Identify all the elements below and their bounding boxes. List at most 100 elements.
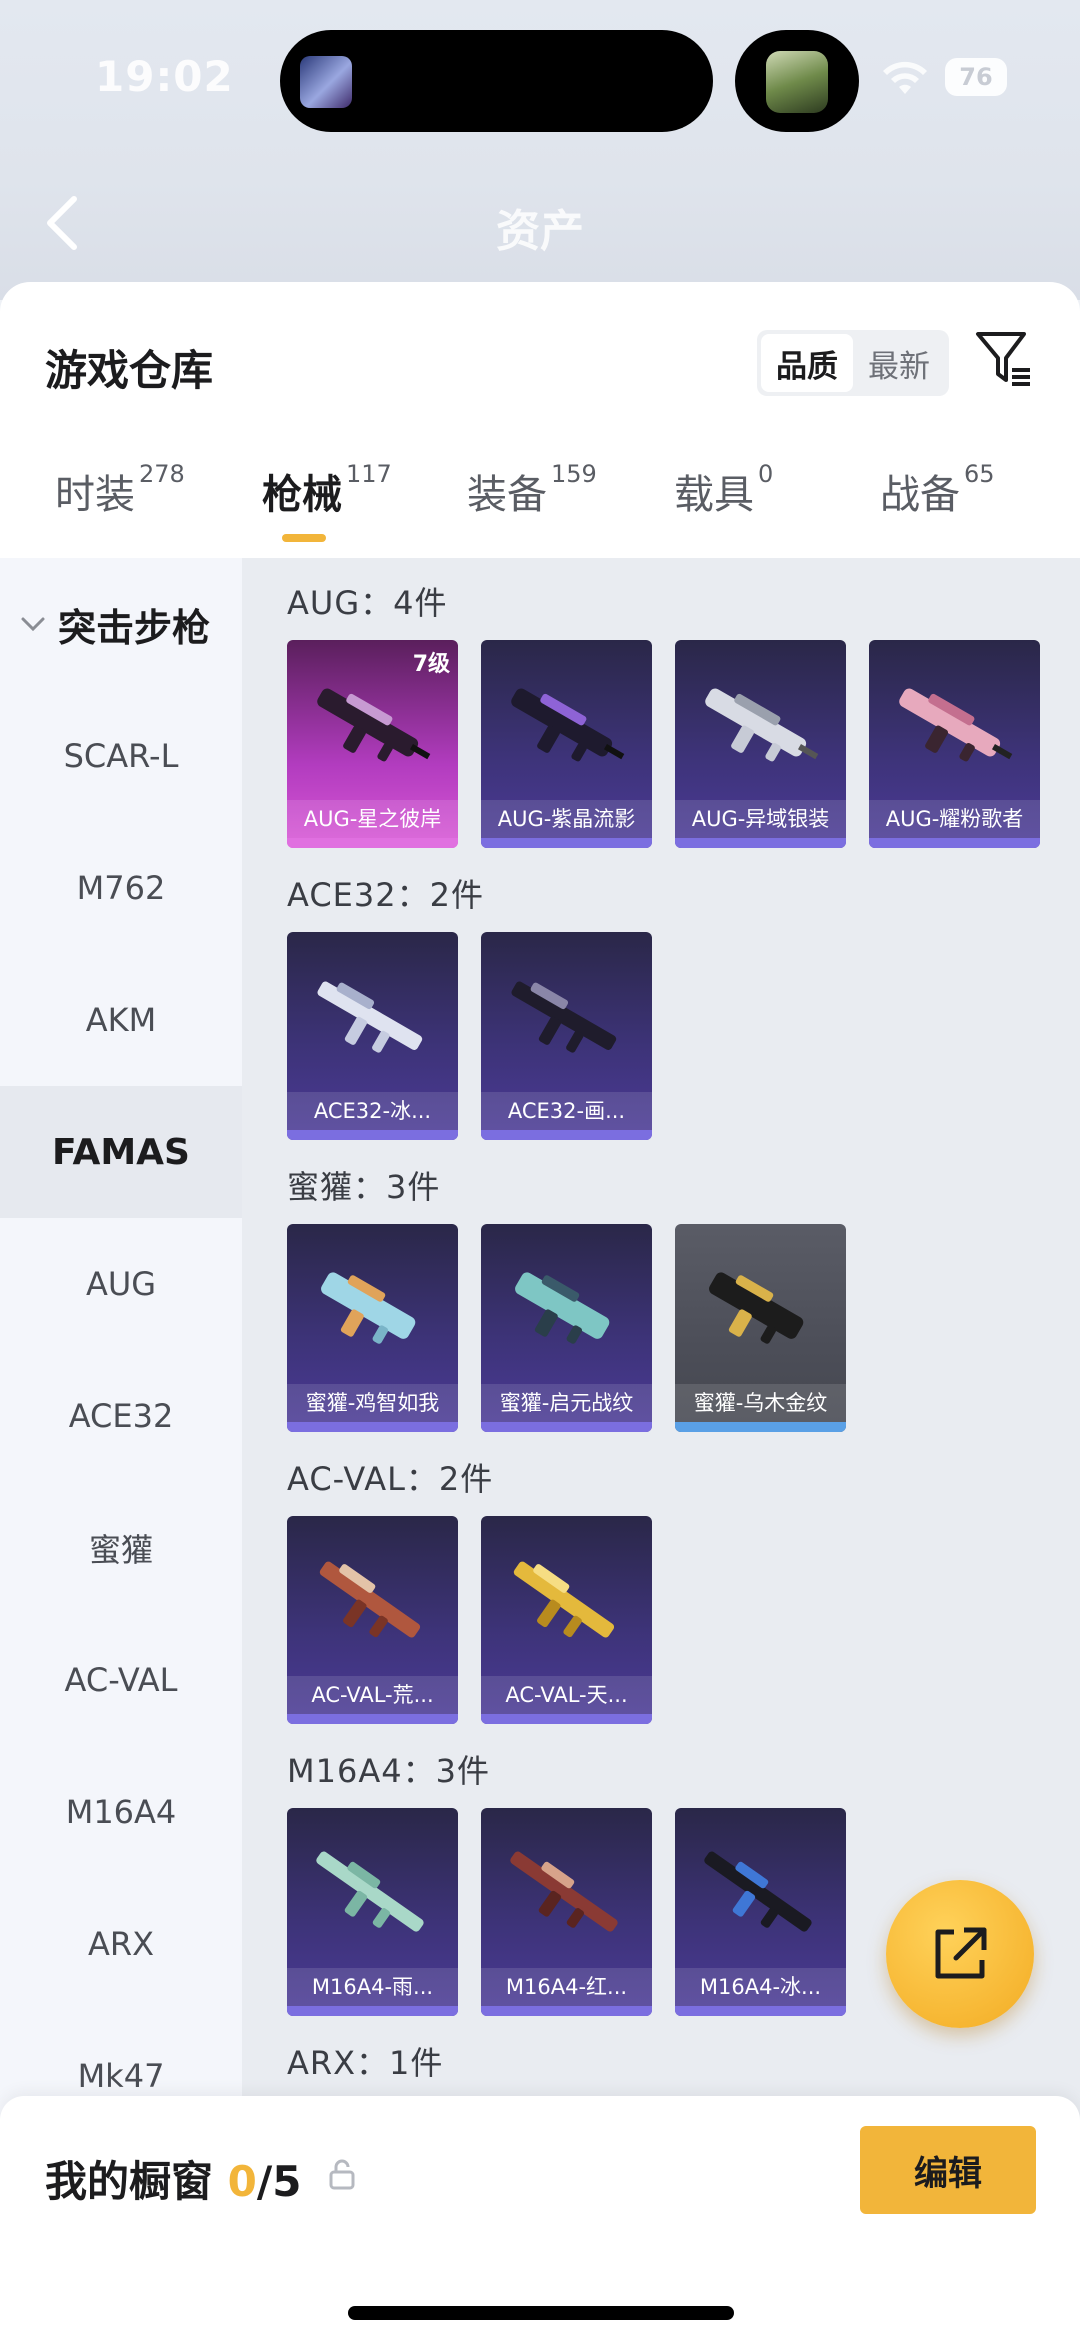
skin-card[interactable]: AC-VAL-荒... xyxy=(287,1516,458,1724)
showcase-label: 我的橱窗 xyxy=(45,2157,214,2206)
skin-card[interactable]: M16A4-冰... xyxy=(675,1808,846,2016)
dynamic-island xyxy=(280,30,713,132)
skin-card[interactable]: 蜜獾-鸡智如我 xyxy=(287,1224,458,1432)
tab-label: 载具 xyxy=(674,472,754,518)
sidebar-item-m762[interactable]: M762 xyxy=(0,822,242,954)
sidebar-item-ace32[interactable]: ACE32 xyxy=(0,1350,242,1482)
rifle-icon xyxy=(705,688,819,762)
rifle-icon xyxy=(709,1272,804,1344)
skin-card[interactable]: 7级 AUG-星之彼岸 xyxy=(287,640,458,848)
sidebar-category-label: 突击步枪 xyxy=(58,605,211,650)
skin-card[interactable]: M16A4-红... xyxy=(481,1808,652,2016)
rarity-bar xyxy=(481,1422,652,1432)
tab-label: 枪械 xyxy=(262,472,342,518)
skin-label: AUG-异域银装 xyxy=(675,800,846,838)
sidebar-item-aug[interactable]: AUG xyxy=(0,1218,242,1350)
skin-label: 蜜獾-乌木金纹 xyxy=(675,1384,846,1422)
skin-card[interactable]: AUG-耀粉歌者 xyxy=(869,640,1040,848)
active-tab-indicator xyxy=(282,534,326,542)
skin-card[interactable]: 蜜獾-乌木金纹 xyxy=(675,1224,846,1432)
sort-option-quality[interactable]: 品质 xyxy=(761,334,853,392)
rarity-bar xyxy=(287,838,458,848)
warehouse-sheet: 游戏仓库 品质 最新 时装 278 枪械 117 装备 159 载具 0 战备 65 xyxy=(0,282,1080,2341)
tab-count: 278 xyxy=(139,460,185,488)
sidebar-item-m16a4[interactable]: M16A4 xyxy=(0,1746,242,1878)
category-tabs: 时装 278 枪械 117 装备 159 载具 0 战备 65 xyxy=(0,460,1080,562)
group-title-aug: AUG：4件 xyxy=(287,584,448,622)
rarity-bar xyxy=(481,1130,652,1140)
rifle-icon xyxy=(899,688,1013,762)
skin-label: 蜜獾-鸡智如我 xyxy=(287,1384,458,1422)
tab-vehicles[interactable]: 载具 0 xyxy=(674,460,774,520)
tab-count: 0 xyxy=(758,460,774,488)
rifle-icon xyxy=(513,1561,615,1638)
skin-card[interactable]: ACE32-画... xyxy=(481,932,652,1140)
showcase-bar: 我的橱窗 0/5 编辑 xyxy=(0,2096,1080,2341)
weapon-sidebar: 突击步枪 SCAR-L M762 AKM FAMAS AUG ACE32 蜜獾 … xyxy=(0,558,242,2188)
sidebar-item-scar-l[interactable]: SCAR-L xyxy=(0,690,242,822)
group-title-ac-val: AC-VAL：2件 xyxy=(287,1460,494,1498)
skin-card[interactable]: AC-VAL-天... xyxy=(481,1516,652,1724)
rifle-icon xyxy=(316,1851,424,1932)
tab-label: 装备 xyxy=(467,472,547,518)
skin-label: AC-VAL-天... xyxy=(481,1676,652,1714)
top-header-area: 19:02 76 资产 xyxy=(0,0,1080,300)
rarity-bar xyxy=(287,2006,458,2016)
group-title-arx: ARX：1件 xyxy=(287,2044,444,2082)
skin-card[interactable]: AUG-异域银装 xyxy=(675,640,846,848)
skin-label: M16A4-雨... xyxy=(287,1968,458,2006)
rarity-bar xyxy=(481,838,652,848)
rifle-icon xyxy=(317,688,431,762)
sidebar-category-assault-rifles[interactable]: 突击步枪 xyxy=(0,558,242,690)
sidebar-item-akm[interactable]: AKM xyxy=(0,954,242,1086)
tab-count: 117 xyxy=(346,460,392,488)
rifle-icon xyxy=(511,981,617,1053)
rifle-icon xyxy=(319,1561,421,1638)
rifle-icon xyxy=(317,981,423,1053)
tab-outfits[interactable]: 时装 278 xyxy=(55,460,185,520)
chevron-down-icon xyxy=(21,617,45,632)
tab-equipment[interactable]: 装备 159 xyxy=(467,460,597,520)
warehouse-title: 游戏仓库 xyxy=(45,346,214,395)
share-button[interactable] xyxy=(886,1880,1034,2028)
tab-count: 159 xyxy=(551,460,597,488)
sidebar-item-ac-val[interactable]: AC-VAL xyxy=(0,1614,242,1746)
rarity-bar xyxy=(287,1714,458,1724)
group-title-honey-badger: 蜜獾：3件 xyxy=(287,1168,441,1206)
sort-option-newest[interactable]: 最新 xyxy=(853,334,945,392)
edit-button[interactable]: 编辑 xyxy=(860,2126,1036,2214)
skin-card[interactable]: ACE32-冰... xyxy=(287,932,458,1140)
sidebar-item-honey-badger[interactable]: 蜜獾 xyxy=(0,1482,242,1614)
skin-label: AUG-紫晶流影 xyxy=(481,800,652,838)
rifle-icon xyxy=(704,1851,812,1932)
skin-label: M16A4-冰... xyxy=(675,1968,846,2006)
rifle-icon xyxy=(515,1272,610,1344)
lock-icon xyxy=(329,2159,355,2190)
home-indicator xyxy=(348,2306,734,2320)
rifle-icon xyxy=(321,1272,416,1344)
rarity-bar xyxy=(287,1422,458,1432)
sidebar-item-arx[interactable]: ARX xyxy=(0,1878,242,2010)
tab-label: 时装 xyxy=(55,472,135,518)
sidebar-item-famas[interactable]: FAMAS xyxy=(0,1086,242,1218)
skin-card[interactable]: 蜜獾-启元战纹 xyxy=(481,1224,652,1432)
sort-toggle: 品质 最新 xyxy=(757,330,949,396)
skin-card[interactable]: AUG-紫晶流影 xyxy=(481,640,652,848)
page-title: 资产 xyxy=(496,206,584,257)
island-app-icon xyxy=(300,56,352,108)
skin-label: 蜜獾-启元战纹 xyxy=(481,1384,652,1422)
skin-label: AUG-星之彼岸 xyxy=(287,800,458,838)
external-link-icon xyxy=(935,1927,987,1979)
rarity-bar xyxy=(675,1422,846,1432)
tab-supplies[interactable]: 战备 65 xyxy=(880,460,995,520)
group-title-m16a4: M16A4：3件 xyxy=(287,1752,490,1790)
rarity-bar xyxy=(675,2006,846,2016)
skin-label: ACE32-冰... xyxy=(287,1092,458,1130)
island-avatar-icon xyxy=(766,51,828,113)
skin-card[interactable]: M16A4-雨... xyxy=(287,1808,458,2016)
skin-label: AC-VAL-荒... xyxy=(287,1676,458,1714)
rarity-bar xyxy=(481,2006,652,2016)
showcase-count: 0 xyxy=(227,2157,257,2206)
tab-firearms[interactable]: 枪械 117 xyxy=(262,460,392,520)
filter-icon[interactable] xyxy=(974,328,1034,390)
